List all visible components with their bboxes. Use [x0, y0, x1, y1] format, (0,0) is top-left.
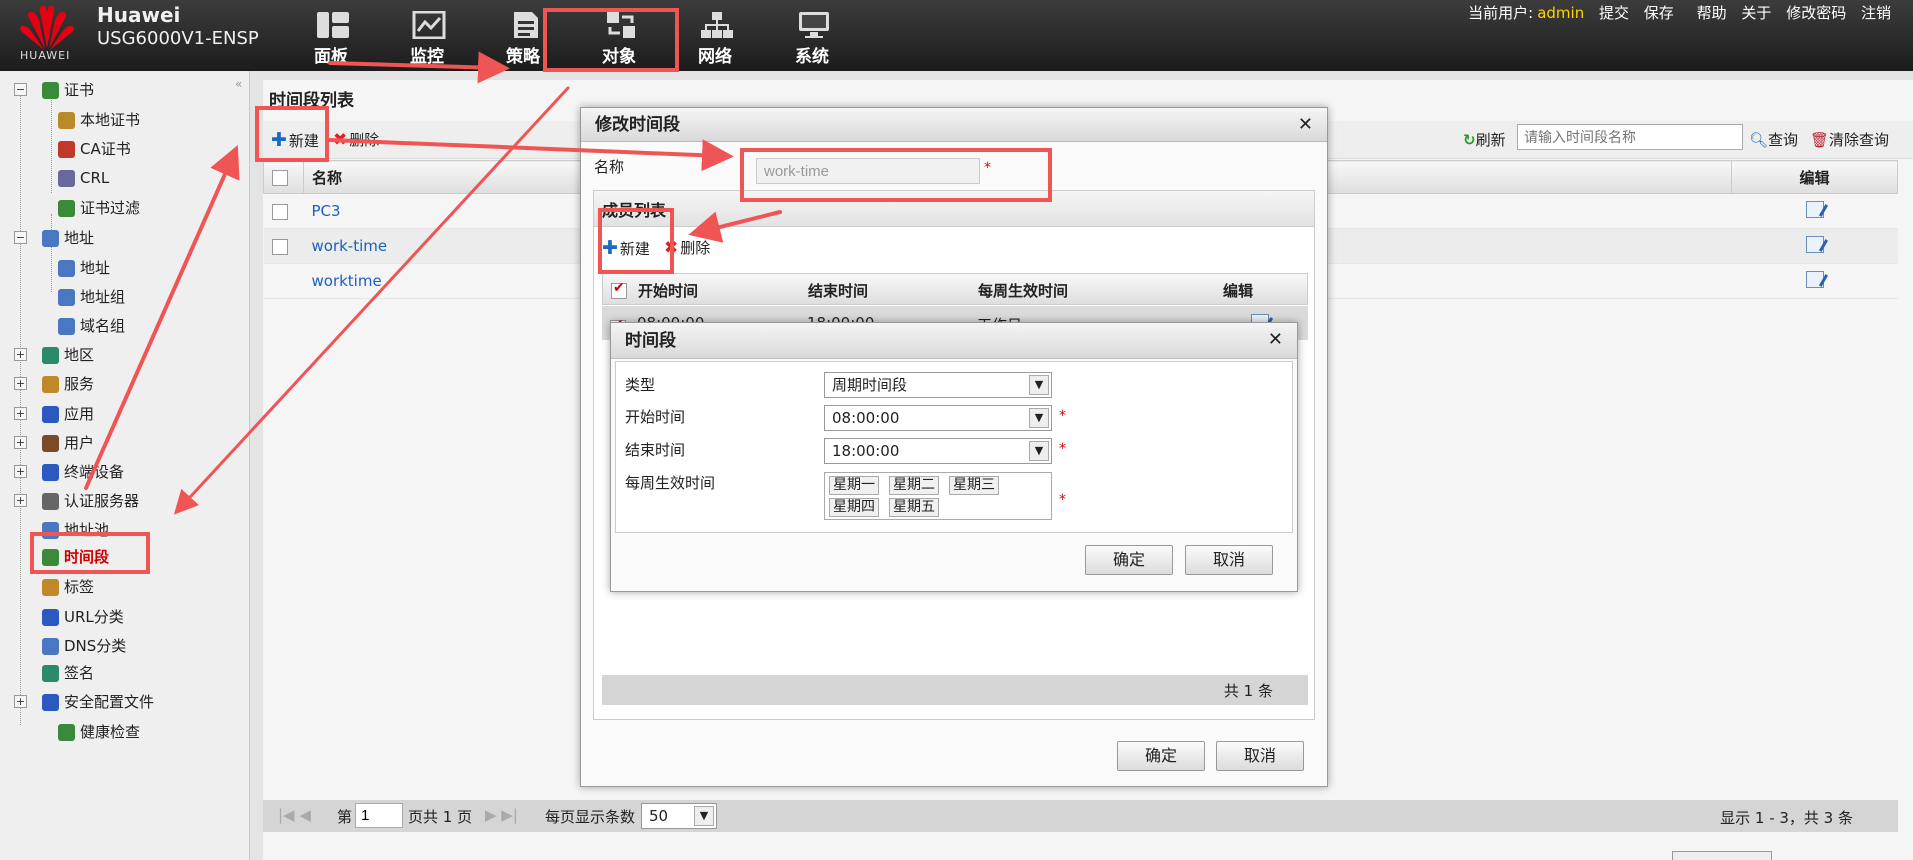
arrow-to-policy: [328, 51, 510, 84]
annotation-arrows: [84, 51, 782, 515]
arrow-to-time-range: [173, 86, 570, 515]
arrow-to-name-field: [328, 138, 734, 172]
arrow-to-new-button: [84, 145, 240, 490]
arrow-to-member-new: [688, 210, 782, 243]
